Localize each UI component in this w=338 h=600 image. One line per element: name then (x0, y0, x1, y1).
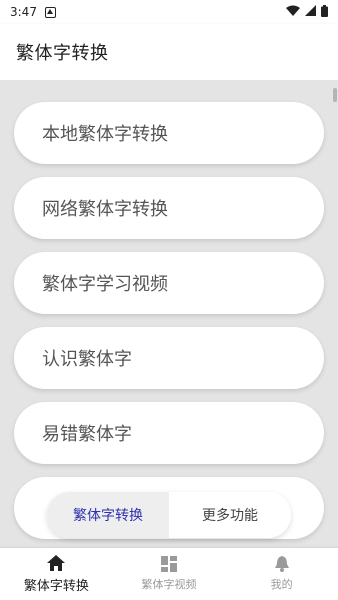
signal-icon (305, 5, 316, 19)
status-bar: 3:47 (0, 0, 338, 24)
menu-item-local-convert[interactable]: 本地繁体字转换 (14, 102, 324, 164)
status-left: 3:47 (10, 5, 56, 19)
menu-item-learning-videos[interactable]: 繁体字学习视频 (14, 252, 324, 314)
wifi-icon (286, 5, 300, 19)
nav-item-convert[interactable]: 繁体字转换 (0, 548, 113, 600)
menu-item-online-convert[interactable]: 网络繁体字转换 (14, 177, 324, 239)
nav-item-videos[interactable]: 繁体字视频 (113, 548, 226, 600)
bottom-nav: 繁体字转换 繁体字视频 我的 (0, 548, 338, 600)
notification-icon (44, 6, 56, 18)
scrollbar-thumb[interactable] (333, 88, 337, 102)
status-right (286, 4, 328, 20)
page-title: 繁体字转换 (16, 43, 109, 64)
grid-icon (161, 556, 177, 572)
nav-label: 繁体字视频 (141, 578, 197, 591)
home-icon (47, 554, 66, 571)
nav-item-mine[interactable]: 我的 (225, 548, 338, 600)
menu-item-label: 认识繁体字 (42, 349, 132, 370)
menu-item-label: 网络繁体字转换 (42, 199, 168, 220)
app-bar: 繁体字转换 (0, 24, 338, 80)
tab-more-features[interactable]: 更多功能 (169, 492, 291, 538)
tab-convert[interactable]: 繁体字转换 (47, 492, 169, 538)
status-time: 3:47 (10, 5, 37, 19)
menu-item-label: 本地繁体字转换 (42, 124, 168, 145)
menu-item-recognize[interactable]: 认识繁体字 (14, 327, 324, 389)
nav-label: 繁体字转换 (23, 578, 89, 594)
menu-item-label: 易错繁体字 (42, 424, 132, 445)
bell-icon (274, 556, 289, 572)
battery-icon (321, 4, 328, 20)
menu-list[interactable]: 本地繁体字转换 网络繁体字转换 繁体字学习视频 认识繁体字 易错繁体字 繁体字转… (0, 80, 338, 548)
tab-switch: 繁体字转换 更多功能 (47, 492, 291, 538)
nav-label: 我的 (270, 578, 293, 591)
menu-item-label: 繁体字学习视频 (42, 274, 168, 295)
menu-item-common-mistakes[interactable]: 易错繁体字 (14, 402, 324, 464)
